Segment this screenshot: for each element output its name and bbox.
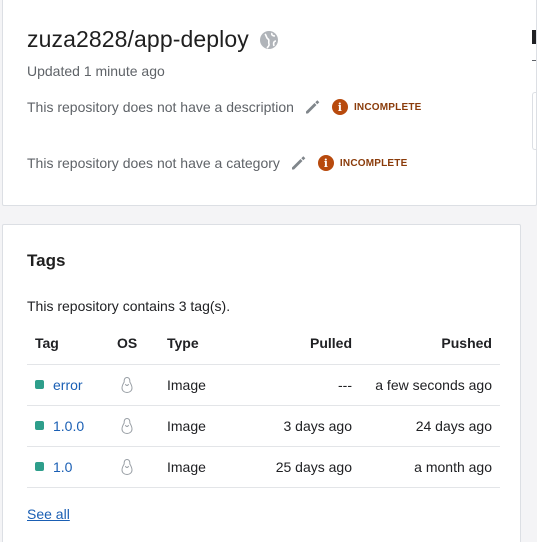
repository-overview-card: zuza2828/app-deploy Updated 1 minute ago… — [2, 0, 537, 206]
description-text: This repository does not have a descript… — [27, 99, 294, 115]
repository-title-row: zuza2828/app-deploy — [27, 26, 279, 53]
table-row: 1.0.0 Image 3 days ago 24 days ago — [27, 405, 500, 447]
tags-count-text: This repository contains 3 tag(s). — [27, 298, 231, 314]
repository-title: zuza2828/app-deploy — [27, 26, 249, 52]
table-row: 1.0 Image 25 days ago a month ago — [27, 446, 500, 488]
table-row: error Image --- a few seconds ago — [27, 364, 500, 406]
edit-description-pencil-icon[interactable] — [304, 99, 320, 115]
category-incomplete-badge: i INCOMPLETE — [317, 155, 408, 171]
tags-table: Tag OS Type Pulled Pushed error Image --… — [27, 323, 500, 488]
description-row: This repository does not have a descript… — [27, 99, 422, 115]
linux-icon — [121, 417, 133, 434]
tags-card: Tags This repository contains 3 tag(s). … — [2, 224, 521, 542]
tags-heading: Tags — [27, 251, 66, 270]
tag-pulled: --- — [237, 364, 352, 406]
tag-pushed: a month ago — [352, 446, 500, 488]
description-incomplete-badge: i INCOMPLETE — [331, 99, 422, 115]
tag-cell: 1.0 — [35, 459, 117, 475]
tags-table-header: Tag OS Type Pulled Pushed — [27, 323, 500, 365]
tag-pulled: 3 days ago — [237, 405, 352, 447]
badge-label: INCOMPLETE — [339, 157, 408, 169]
column-header-os: OS — [117, 323, 167, 365]
see-all-tags-link[interactable]: See all — [27, 506, 70, 522]
linux-icon — [121, 376, 133, 393]
tag-pulled: 25 days ago — [237, 446, 352, 488]
tag-link[interactable]: 1.0 — [53, 459, 72, 475]
badge-label: INCOMPLETE — [353, 101, 422, 113]
tag-pushed: a few seconds ago — [352, 364, 500, 406]
tag-pushed: 24 days ago — [352, 405, 500, 447]
column-header-tag: Tag — [27, 323, 117, 365]
right-panel-edge-heading — [532, 30, 536, 44]
info-icon: i — [331, 99, 348, 115]
updated-timestamp: Updated 1 minute ago — [27, 63, 165, 79]
edit-category-pencil-icon[interactable] — [290, 155, 306, 171]
column-header-type: Type — [167, 323, 237, 365]
tag-cell: 1.0.0 — [35, 418, 117, 434]
tag-type: Image — [167, 364, 237, 406]
tag-link[interactable]: error — [53, 377, 83, 393]
column-header-pulled: Pulled — [237, 323, 352, 365]
tag-type: Image — [167, 446, 237, 488]
category-text: This repository does not have a category — [27, 155, 280, 171]
tag-status-dot — [35, 421, 44, 430]
linux-icon — [121, 458, 133, 475]
column-header-pushed: Pushed — [352, 323, 500, 365]
tag-cell: error — [35, 377, 117, 393]
tag-status-dot — [35, 462, 44, 471]
info-icon: i — [317, 155, 334, 171]
globe-icon — [259, 30, 278, 49]
category-row: This repository does not have a category… — [27, 155, 407, 171]
tag-status-dot — [35, 380, 44, 389]
right-panel-edge-box — [532, 92, 537, 150]
tag-type: Image — [167, 405, 237, 447]
right-panel-edge-divider — [532, 60, 536, 61]
tag-link[interactable]: 1.0.0 — [53, 418, 84, 434]
